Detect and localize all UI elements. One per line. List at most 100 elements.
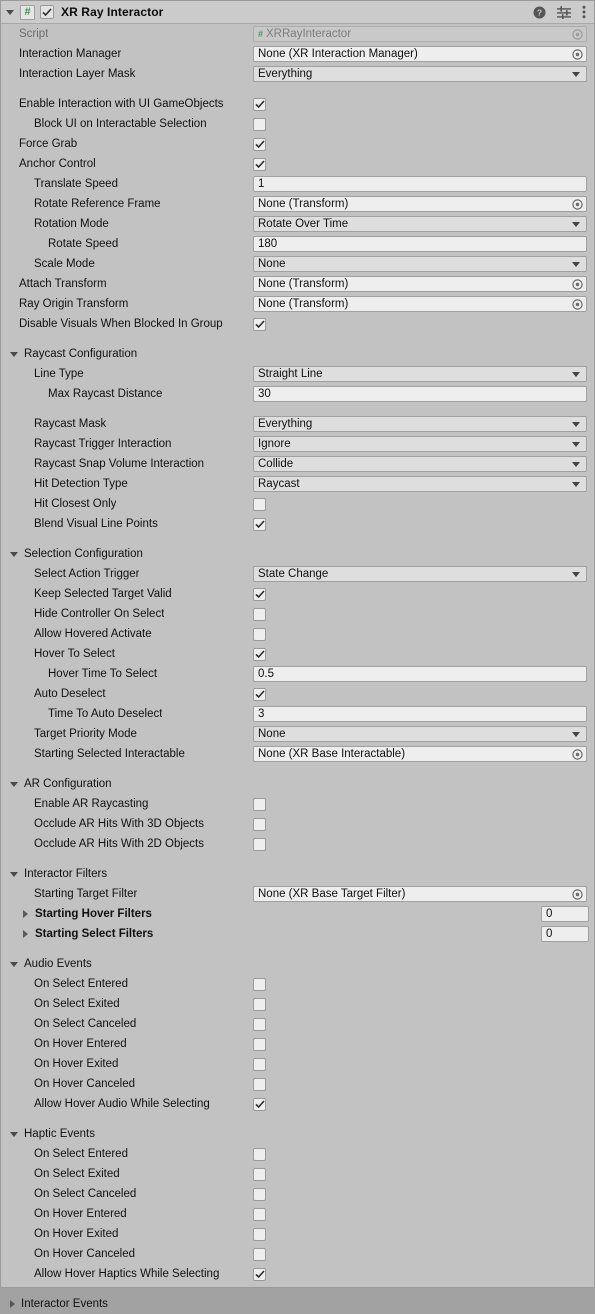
- section-header-audio-events[interactable]: Audio Events: [1, 954, 594, 974]
- checkbox-force-grab[interactable]: [253, 137, 266, 151]
- section-header-interactor-events[interactable]: Interactor Events: [1, 1294, 594, 1314]
- property-label: Starting Target Filter: [34, 888, 138, 900]
- object-field-interaction-manager[interactable]: None (XR Interaction Manager): [253, 46, 587, 62]
- dropdown-hit-detection-type[interactable]: Raycast: [253, 476, 587, 492]
- object-field-ray-origin-transform[interactable]: None (Transform): [253, 296, 587, 312]
- property-field: [253, 997, 587, 1011]
- dropdown-raycast-trigger-interaction[interactable]: Ignore: [253, 436, 587, 452]
- property-field: None (XR Interaction Manager): [253, 46, 587, 62]
- checkbox-block-ui-on-interactable-selection[interactable]: [253, 117, 266, 131]
- checkbox-enable-interaction-with-ui-gameobjects[interactable]: [253, 97, 266, 111]
- property-field: [253, 1077, 587, 1091]
- object-field-script[interactable]: # XRRayInteractor: [253, 26, 587, 42]
- foldout-starting-hover-filters[interactable]: Starting Hover Filters 0: [1, 904, 594, 924]
- checkbox-on-select-canceled[interactable]: [253, 1187, 266, 1201]
- input-hover-time-to-select[interactable]: 0.5: [253, 666, 587, 682]
- property-label: On Hover Exited: [34, 1058, 119, 1070]
- property-field: [253, 1207, 587, 1221]
- input-max-raycast-distance[interactable]: 30: [253, 386, 587, 402]
- input-rotate-speed[interactable]: 180: [253, 236, 587, 252]
- checkbox-auto-deselect[interactable]: [253, 687, 266, 701]
- checkbox-on-hover-entered[interactable]: [253, 1207, 266, 1221]
- section-header-selection-configuration[interactable]: Selection Configuration: [1, 544, 594, 564]
- object-picker-icon[interactable]: [571, 198, 584, 211]
- property-label: On Select Exited: [34, 998, 120, 1010]
- input-translate-speed[interactable]: 1: [253, 176, 587, 192]
- object-field-attach-transform[interactable]: None (Transform): [253, 276, 587, 292]
- checkbox-on-select-entered[interactable]: [253, 1147, 266, 1161]
- checkbox-allow-hover-haptics-while-selecting[interactable]: [253, 1267, 266, 1281]
- array-size-field[interactable]: 0: [541, 926, 589, 942]
- property-row-hit-detection-type: Hit Detection Type Raycast: [1, 474, 594, 494]
- dropdown-raycast-snap-volume-interaction[interactable]: Collide: [253, 456, 587, 472]
- property-field: 180: [253, 236, 587, 252]
- checkbox-on-select-entered[interactable]: [253, 977, 266, 991]
- checkbox-occlude-ar-hits-with-2d-objects[interactable]: [253, 837, 266, 851]
- dropdown-value: Raycast: [258, 478, 300, 490]
- property-field: [253, 497, 587, 511]
- checkbox-allow-hover-audio-while-selecting[interactable]: [253, 1097, 266, 1111]
- section-header-haptic-events[interactable]: Haptic Events: [1, 1124, 594, 1144]
- property-row-on-select-exited: On Select Exited: [1, 994, 594, 1014]
- object-field-starting-target-filter[interactable]: None (XR Base Target Filter): [253, 886, 587, 902]
- section-header-ar-configuration[interactable]: AR Configuration: [1, 774, 594, 794]
- object-picker-icon[interactable]: [571, 48, 584, 61]
- object-picker-icon[interactable]: [571, 298, 584, 311]
- script-icon: #: [20, 4, 35, 20]
- chevron-right-icon: [23, 910, 28, 918]
- checkbox-enable-ar-raycasting[interactable]: [253, 797, 266, 811]
- array-size-field[interactable]: 0: [541, 906, 589, 922]
- object-picker-icon[interactable]: [571, 888, 584, 901]
- checkbox-on-hover-canceled[interactable]: [253, 1247, 266, 1261]
- property-row-attach-transform: Attach Transform None (Transform): [1, 274, 594, 294]
- section-header-raycast-configuration[interactable]: Raycast Configuration: [1, 344, 594, 364]
- checkbox-allow-hovered-activate[interactable]: [253, 627, 266, 641]
- property-field: [253, 1247, 587, 1261]
- dropdown-raycast-mask[interactable]: Everything: [253, 416, 587, 432]
- dropdown-line-type[interactable]: Straight Line: [253, 366, 587, 382]
- checkbox-blend-visual-line-points[interactable]: [253, 517, 266, 531]
- component-enabled-checkbox[interactable]: [40, 5, 54, 19]
- dropdown-rotation-mode[interactable]: Rotate Over Time: [253, 216, 587, 232]
- component-foldout-toggle[interactable]: [6, 9, 14, 15]
- object-field-starting-selected-interactable[interactable]: None (XR Base Interactable): [253, 746, 587, 762]
- object-picker-icon[interactable]: [571, 748, 584, 761]
- preset-icon[interactable]: [557, 5, 571, 19]
- checkbox-hit-closest-only[interactable]: [253, 497, 266, 511]
- checkbox-disable-visuals-when-blocked-in-group[interactable]: [253, 317, 266, 331]
- dropdown-interaction-layer-mask[interactable]: Everything: [253, 66, 587, 82]
- checkbox-on-hover-exited[interactable]: [253, 1057, 266, 1071]
- checkbox-on-hover-exited[interactable]: [253, 1227, 266, 1241]
- dropdown-value: Everything: [258, 68, 313, 80]
- checkbox-on-hover-canceled[interactable]: [253, 1077, 266, 1091]
- property-label: On Select Entered: [34, 1148, 128, 1160]
- dropdown-target-priority-mode[interactable]: None: [253, 726, 587, 742]
- checkbox-on-hover-entered[interactable]: [253, 1037, 266, 1051]
- property-field: Collide: [253, 456, 587, 472]
- script-icon: #: [258, 28, 264, 39]
- checkbox-on-select-exited[interactable]: [253, 997, 266, 1011]
- input-value: 180: [258, 238, 278, 250]
- checkbox-occlude-ar-hits-with-3d-objects[interactable]: [253, 817, 266, 831]
- property-row-allow-hover-haptics-while-selecting: Allow Hover Haptics While Selecting: [1, 1264, 594, 1284]
- foldout-label: Starting Select Filters: [35, 928, 154, 940]
- checkbox-anchor-control[interactable]: [253, 157, 266, 171]
- help-icon[interactable]: ?: [533, 6, 546, 19]
- checkbox-on-select-canceled[interactable]: [253, 1017, 266, 1031]
- object-picker-icon[interactable]: [571, 28, 584, 41]
- object-picker-icon[interactable]: [571, 278, 584, 291]
- more-menu-icon[interactable]: [582, 5, 586, 19]
- component-header[interactable]: # XR Ray Interactor ?: [1, 1, 594, 24]
- input-time-to-auto-deselect[interactable]: 3: [253, 706, 587, 722]
- checkbox-hover-to-select[interactable]: [253, 647, 266, 661]
- checkbox-on-select-exited[interactable]: [253, 1167, 266, 1181]
- dropdown-select-action-trigger[interactable]: State Change: [253, 566, 587, 582]
- property-label: Hit Detection Type: [34, 478, 128, 490]
- row-spacer: [1, 764, 594, 774]
- section-header-interactor-filters[interactable]: Interactor Filters: [1, 864, 594, 884]
- dropdown-scale-mode[interactable]: None: [253, 256, 587, 272]
- foldout-starting-select-filters[interactable]: Starting Select Filters 0: [1, 924, 594, 944]
- object-field-rotate-reference-frame[interactable]: None (Transform): [253, 196, 587, 212]
- checkbox-hide-controller-on-select[interactable]: [253, 607, 266, 621]
- checkbox-keep-selected-target-valid[interactable]: [253, 587, 266, 601]
